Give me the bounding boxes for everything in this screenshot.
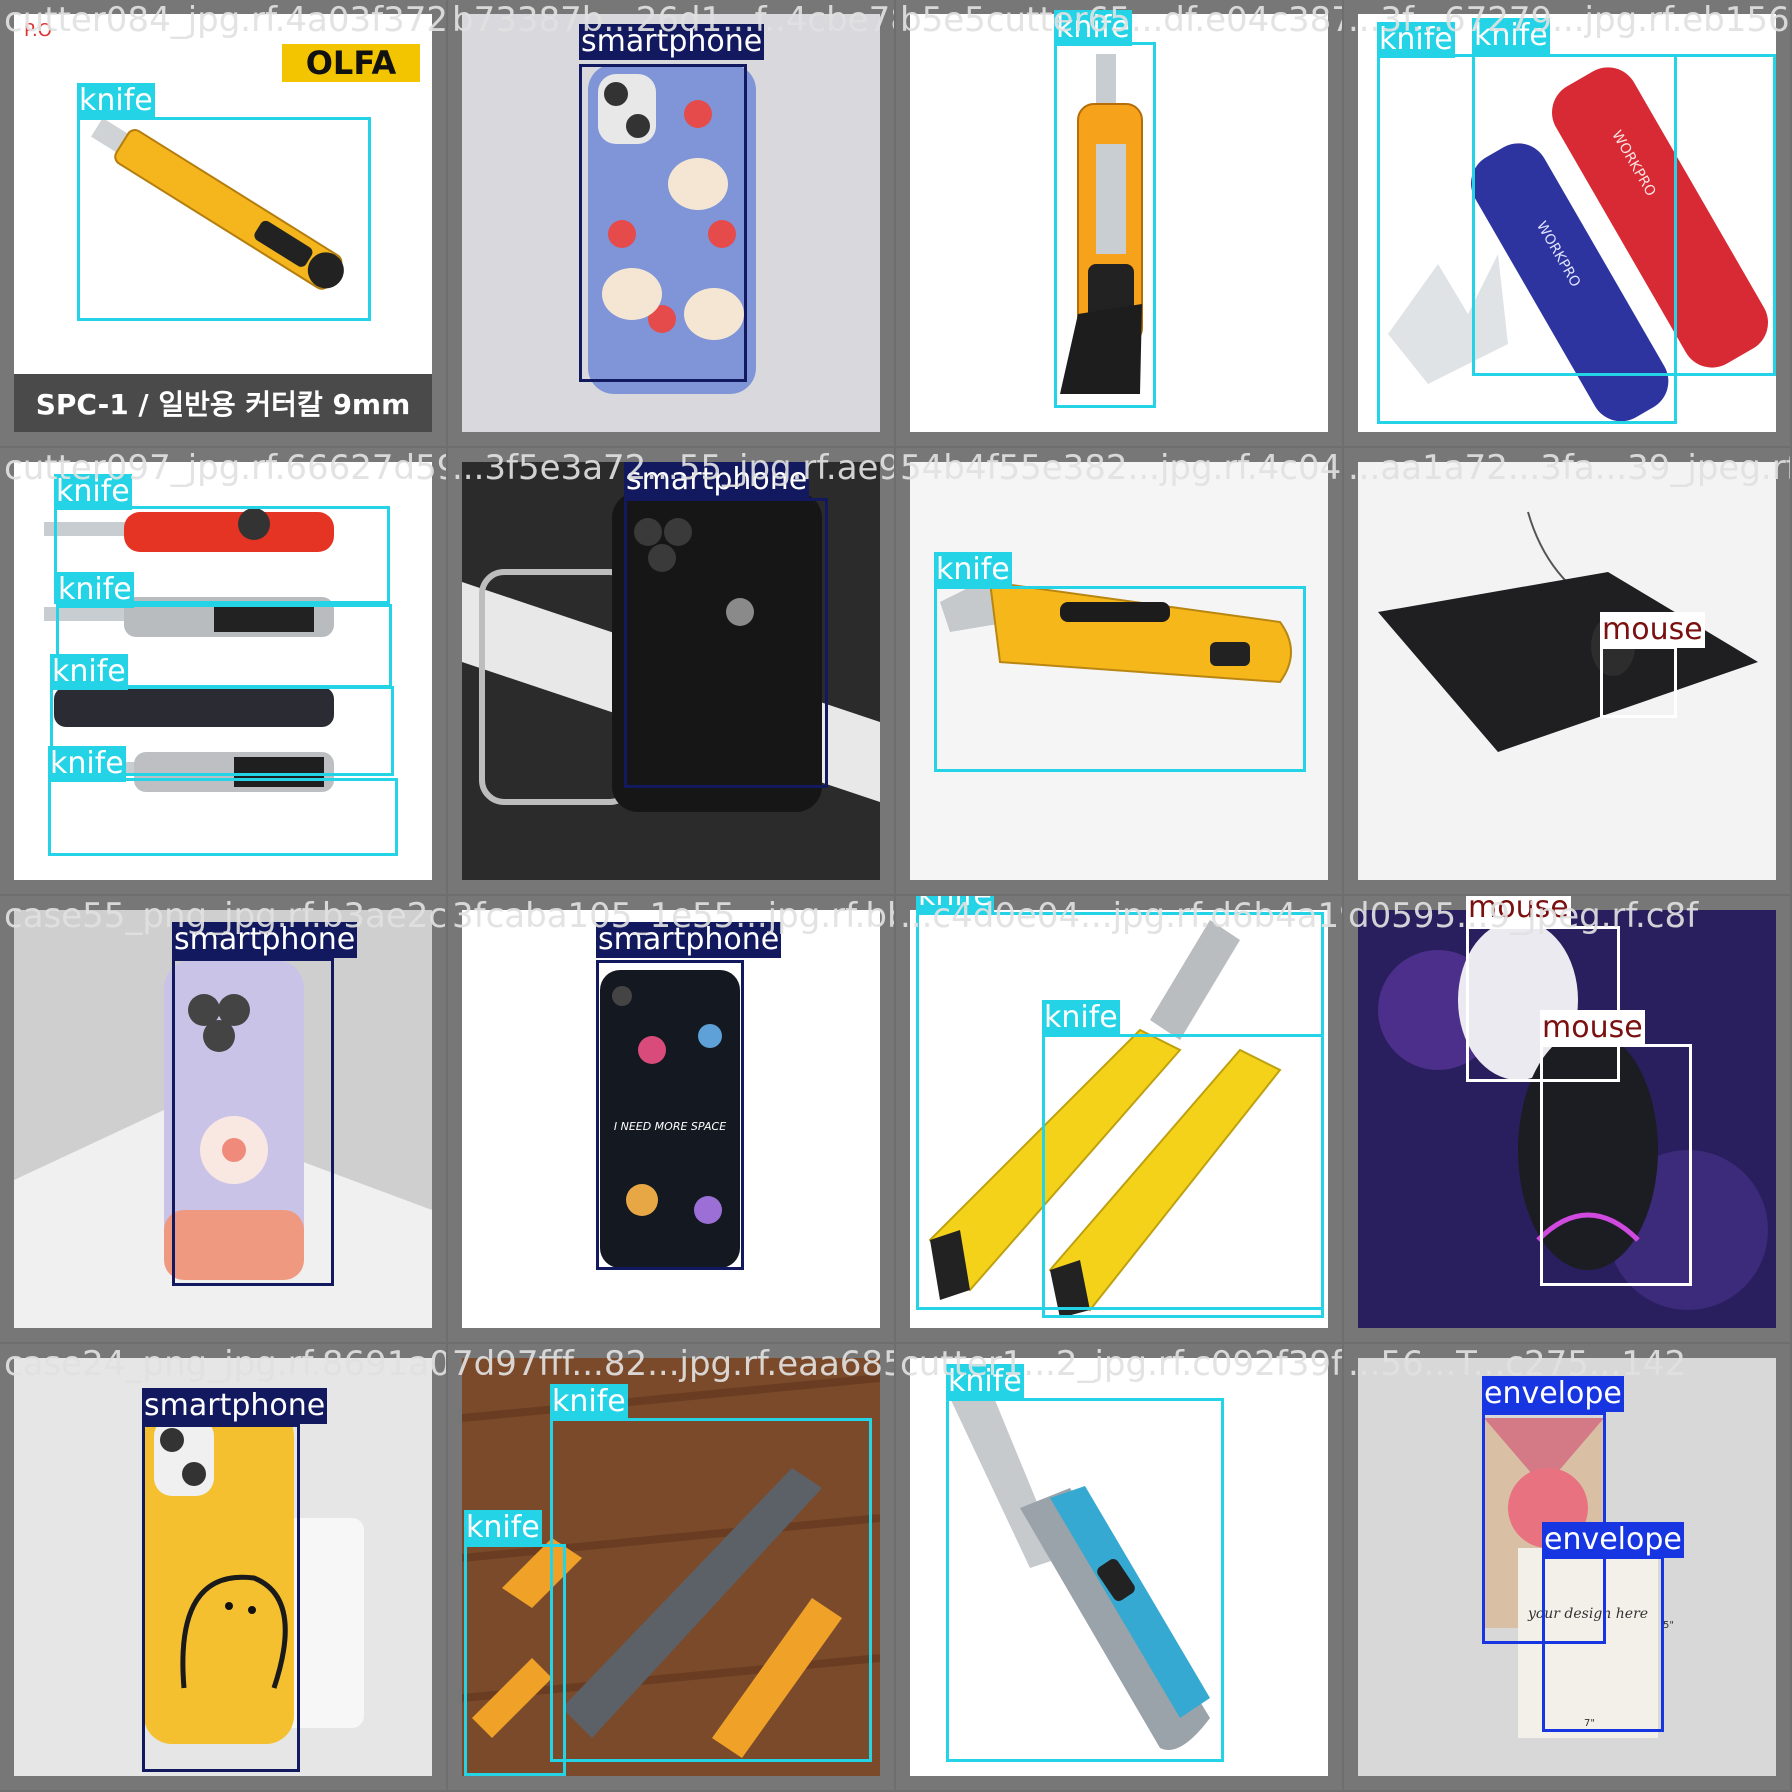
bbox-mouse[interactable] xyxy=(1540,1044,1692,1286)
bbox-knife[interactable] xyxy=(48,778,398,856)
bbox-knife[interactable] xyxy=(934,586,1306,772)
brand-logo-olfa: OLFA xyxy=(306,44,397,82)
bbox-mouse[interactable] xyxy=(1600,646,1677,718)
tile-space-case[interactable]: I NEED MORE SPACE smartphone 3fcaba105_1… xyxy=(448,896,894,1342)
mousepad-photo xyxy=(1378,511,1758,752)
card-height-mark: 5" xyxy=(1663,1620,1674,1631)
bbox-knife[interactable] xyxy=(946,1398,1224,1762)
bbox-smartphone[interactable] xyxy=(624,498,828,788)
bbox-smartphone[interactable] xyxy=(172,958,334,1286)
tile-filename: ...3f...67279...jpg.rf.eb1564af xyxy=(1348,0,1790,40)
tile-smartphone-case-bears[interactable]: smartphone b73387b...26d1...f..4cbe7834e xyxy=(448,0,894,446)
bbox-label-knife: knife xyxy=(77,83,155,119)
tile-gaming-mice[interactable]: mouse mouse d0595...9_jpeg.rf.c8f xyxy=(1344,896,1790,1342)
bbox-smartphone[interactable] xyxy=(579,64,747,382)
tile-filename: ...aa1a72...3fa...39_jpeg.rf.e6 xyxy=(1348,448,1790,488)
bbox-knife[interactable] xyxy=(1472,54,1776,376)
tile-filename: case24_png_jpg.rf.8691a079 xyxy=(4,1344,446,1384)
tile-filename: cutter097_jpg.rf.66627d590a xyxy=(4,448,446,488)
tile-filename: 54b4f55e382...jpg.rf.4c04407 xyxy=(900,448,1342,488)
tile-cutter084[interactable]: SPC-1 / 일반용 커터칼 9mm OLFA P.O knife cutte… xyxy=(0,0,446,446)
tile-cutters-on-wood[interactable]: knife knife 7d97fff...82...jpg.rf.eaa685… xyxy=(448,1344,894,1790)
tile-mousepad-mouse[interactable]: mouse ...aa1a72...3fa...39_jpeg.rf.e6 xyxy=(1344,448,1790,894)
product-caption: SPC-1 / 일반용 커터칼 9mm xyxy=(36,388,411,421)
tile-blue-cutter[interactable]: knife cutter1...2_jpg.rf.c092f39fd68 xyxy=(896,1344,1342,1790)
tile-yellow-utility-knife[interactable]: knife 54b4f55e382...jpg.rf.4c04407 xyxy=(896,448,1342,894)
tile-workpro-knives[interactable]: WORKPRO WORKPRO knife knife ...3f...6727… xyxy=(1344,0,1790,446)
bbox-knife[interactable] xyxy=(550,1418,872,1762)
bbox-knife[interactable] xyxy=(77,117,371,321)
tile-two-yellow-cutters[interactable]: knife knife ...c4d0e04...jpg.rf.d6b4a19e… xyxy=(896,896,1342,1342)
tile-envelopes[interactable]: your design here 5" 7" envelope envelope… xyxy=(1344,1344,1790,1790)
tile-filename: b73387b...26d1...f..4cbe7834e xyxy=(452,0,894,40)
tile-filename: ...c4d0e04...jpg.rf.d6b4a19e5 xyxy=(900,896,1342,936)
tile-filename: ...56...T...c275...142 xyxy=(1348,1344,1687,1384)
bbox-envelope[interactable] xyxy=(1542,1556,1664,1732)
bbox-knife[interactable] xyxy=(1042,1034,1324,1318)
tile-filename: ...3f5e3a72...55_jpg.rf.ae9e...7c xyxy=(452,448,894,488)
bbox-label-knife: knife xyxy=(50,654,128,690)
tile-iphone-black[interactable]: smartphone ...3f5e3a72...55_jpg.rf.ae9e.… xyxy=(448,448,894,894)
tile-cutter097[interactable]: knife knife knife knife cutter097_jpg.rf… xyxy=(0,448,446,894)
bbox-knife[interactable] xyxy=(1054,42,1156,408)
tile-filename: b5e5cutter65...df.e04c3875bb xyxy=(900,0,1342,40)
photo xyxy=(1358,462,1776,880)
tile-filename: cutter1...2_jpg.rf.c092f39fd68 xyxy=(900,1344,1342,1384)
bbox-smartphone[interactable] xyxy=(596,960,744,1270)
tile-case24[interactable]: smartphone case24_png_jpg.rf.8691a079 xyxy=(0,1344,446,1790)
bbox-label-knife: knife xyxy=(550,1384,628,1420)
tile-filename: 3fcaba105_1e55...jpg.rf.bbb8860 xyxy=(452,896,894,936)
tile-filename: case55_png_jpg.rf.b3ae2c47 xyxy=(4,896,446,936)
tile-filename: d0595...9_jpeg.rf.c8f xyxy=(1348,896,1699,936)
bbox-label-knife: knife xyxy=(56,572,134,608)
bbox-label-smartphone: smartphone xyxy=(142,1388,328,1424)
bbox-label-knife: knife xyxy=(464,1510,542,1546)
tile-filename: 7d97fff...82...jpg.rf.eaa685d2 xyxy=(452,1344,894,1384)
tile-case55[interactable]: smartphone case55_png_jpg.rf.b3ae2c47 xyxy=(0,896,446,1342)
bbox-smartphone[interactable] xyxy=(142,1424,300,1772)
bbox-label-mouse: mouse xyxy=(1540,1010,1645,1046)
tile-orange-cutter[interactable]: knife b5e5cutter65...df.e04c3875bb xyxy=(896,0,1342,446)
bbox-label-knife: knife xyxy=(1042,1000,1120,1036)
bbox-knife[interactable] xyxy=(464,1544,566,1776)
bbox-label-knife: knife xyxy=(48,746,126,782)
detection-mosaic: SPC-1 / 일반용 커터칼 9mm OLFA P.O knife cutte… xyxy=(0,0,1792,1792)
bbox-label-knife: knife xyxy=(934,552,1012,588)
bbox-label-mouse: mouse xyxy=(1600,612,1705,648)
bbox-label-envelope: envelope xyxy=(1542,1522,1684,1558)
tile-filename: cutter084_jpg.rf.4a03f372b28 xyxy=(4,0,446,40)
